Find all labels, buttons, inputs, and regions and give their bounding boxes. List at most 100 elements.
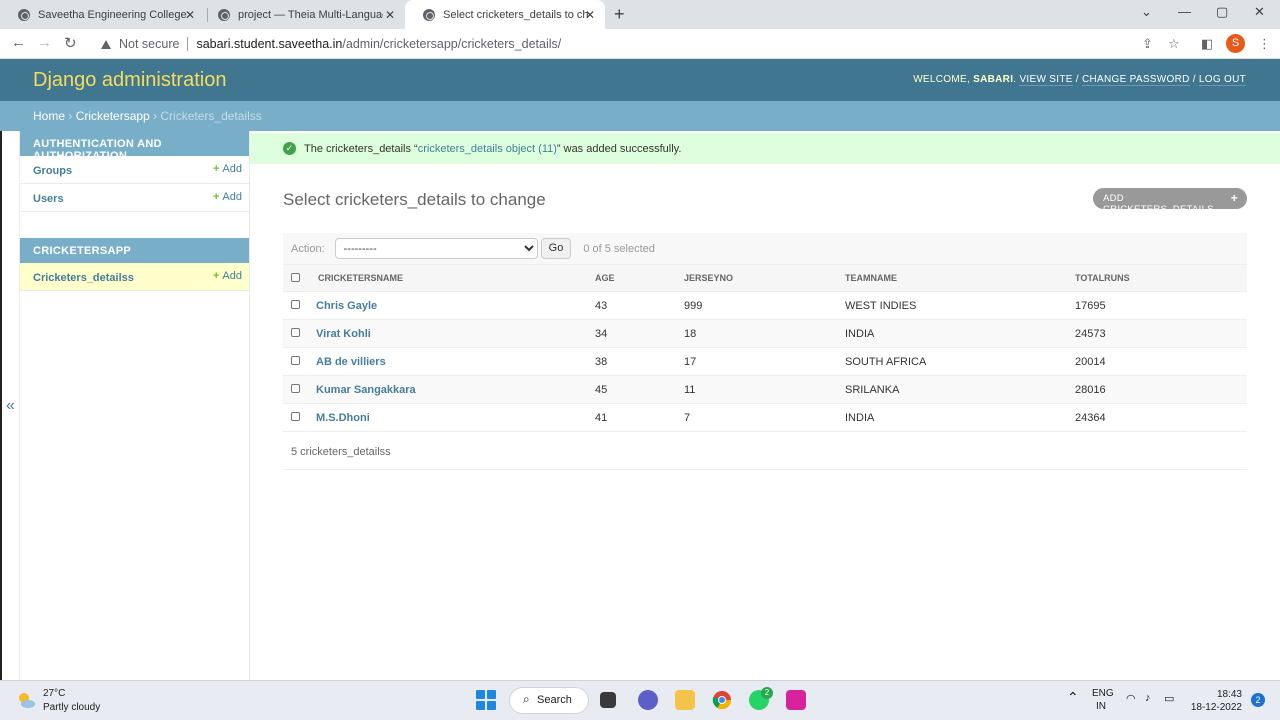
forward-icon[interactable]: →	[37, 34, 52, 51]
language-top[interactable]: ENG	[1092, 688, 1114, 699]
jersey-cell: 11	[676, 375, 837, 404]
maximize-icon[interactable]: ▢	[1216, 4, 1228, 20]
username: SABARI	[973, 74, 1014, 85]
welcome-text: WELCOME,	[913, 74, 971, 85]
runs-cell: 24364	[1067, 403, 1247, 432]
collapse-sidebar-icon[interactable]: «	[6, 397, 15, 415]
add-cricketers-details-button[interactable]: ADD CRICKETERS_DETAILS +	[1093, 188, 1247, 215]
cricketer-name-link[interactable]: Chris Gayle	[316, 300, 377, 312]
address-bar[interactable]: Not secure sabari.student.saveetha.in/ad…	[88, 33, 1128, 55]
volume-icon[interactable]: ♪	[1145, 692, 1151, 704]
cricketer-name-link[interactable]: AB de villiers	[316, 356, 386, 368]
module-caption[interactable]: Cricketersapp	[20, 238, 249, 263]
close-tab-icon[interactable]: ✕	[185, 8, 195, 22]
row-select-cell	[283, 291, 310, 320]
column-header[interactable]: TOTALRUNS	[1067, 264, 1247, 292]
share-icon[interactable]: ⇪	[1142, 36, 1153, 52]
back-icon[interactable]: ←	[11, 34, 26, 51]
plus-icon: +	[212, 191, 220, 203]
browser-tab-active[interactable]: Select cricketers_details to chang ✕	[405, 0, 605, 29]
module-caption[interactable]: Authentication and Authorization	[20, 131, 249, 162]
instagram-icon[interactable]	[786, 690, 806, 710]
battery-icon[interactable]: ▭	[1164, 692, 1174, 705]
taskbar-search[interactable]: ⌕ Search	[509, 687, 589, 714]
tab-title: Select cricketers_details to chang	[443, 8, 588, 21]
task-view-icon[interactable]	[600, 692, 616, 708]
weather-description: Partly cloudy	[43, 702, 101, 713]
column-header[interactable]: AGE	[587, 264, 676, 292]
view-site-link[interactable]: VIEW SITE	[1019, 74, 1073, 86]
actions-bar: Action: --------- Go 0 of 5 selected	[283, 233, 1247, 264]
change-password-link[interactable]: CHANGE PASSWORD	[1081, 74, 1190, 86]
row-checkbox[interactable]	[291, 299, 300, 309]
module-cricketersapp: Cricketersapp Cricketers_detailss + Add	[20, 238, 249, 291]
team-cell: INDIA	[837, 319, 1067, 348]
tab-search-icon[interactable]: ⌄	[1141, 4, 1152, 20]
select-all-checkbox[interactable]	[291, 272, 300, 282]
language-bottom[interactable]: IN	[1096, 701, 1106, 712]
breadcrumb-home[interactable]: Home	[33, 109, 65, 123]
row-checkbox[interactable]	[291, 327, 300, 337]
jersey-cell: 999	[676, 291, 837, 320]
close-tab-icon[interactable]: ✕	[585, 8, 595, 22]
cricketer-name-link[interactable]: M.S.Dhoni	[316, 412, 370, 424]
chat-icon[interactable]	[638, 690, 658, 710]
runs-cell: 24573	[1067, 319, 1247, 348]
site-branding[interactable]: Django administration	[33, 69, 226, 92]
model-link[interactable]: Cricketers_detailss	[33, 272, 134, 284]
menu-dots-icon[interactable]: ⋮	[1258, 36, 1271, 52]
add-cricketers-link[interactable]: + Add	[213, 270, 242, 282]
column-header[interactable]: JERSEYNO	[676, 264, 837, 292]
action-select[interactable]: ---------	[334, 238, 538, 259]
close-window-icon[interactable]: ✕	[1254, 4, 1265, 20]
add-button-label: ADD CRICKETERS_DETAILS	[1103, 193, 1214, 215]
search-icon: ⌕	[523, 692, 530, 706]
table-row: Chris Gayle 43 999 WEST INDIES 17695	[283, 291, 1247, 320]
row-select-cell	[283, 347, 310, 376]
whatsapp-badge: 2	[761, 687, 773, 699]
system-clock[interactable]: 18:43 18-12-2022	[1190, 688, 1242, 714]
row-select-cell	[283, 319, 310, 348]
row-checkbox[interactable]	[291, 411, 300, 421]
wifi-icon[interactable]: ◠	[1126, 692, 1136, 705]
new-tab-icon[interactable]: +	[614, 4, 625, 25]
table-row: M.S.Dhoni 41 7 INDIA 24364	[283, 403, 1247, 432]
file-explorer-icon[interactable]	[675, 690, 695, 710]
cricketer-name-link[interactable]: Virat Kohli	[316, 328, 371, 340]
model-link[interactable]: Users	[33, 193, 64, 205]
minimize-icon[interactable]: —	[1178, 4, 1191, 19]
message-object-link[interactable]: cricketers_details object (11)	[418, 143, 557, 155]
weather-temperature: 27°C	[43, 688, 66, 699]
column-header[interactable]: TEAMNAME	[837, 264, 1067, 292]
add-groups-link[interactable]: + Add	[213, 163, 242, 175]
cricketer-name-link[interactable]: Kumar Sangakkara	[316, 384, 416, 396]
partly-cloudy-icon[interactable]	[15, 689, 37, 711]
sidebar-toggle[interactable]: «	[2, 131, 20, 680]
go-button[interactable]: Go	[540, 238, 572, 259]
team-cell: WEST INDIES	[837, 291, 1067, 320]
add-users-link[interactable]: + Add	[213, 191, 242, 203]
browser-tab[interactable]: Saveetha Engineering College ✕	[0, 0, 205, 29]
side-panel-icon[interactable]: ◧	[1201, 36, 1213, 52]
reload-icon[interactable]: ↻	[64, 34, 77, 52]
nav-sidebar: Authentication and Authorization Groups …	[20, 131, 250, 680]
log-out-link[interactable]: LOG OUT	[1198, 74, 1246, 86]
clock-date: 18-12-2022	[1190, 702, 1242, 713]
row-checkbox[interactable]	[291, 355, 300, 365]
jersey-cell: 17	[676, 347, 837, 376]
notification-badge[interactable]: 2	[1251, 693, 1265, 707]
bookmark-star-icon[interactable]: ☆	[1168, 36, 1180, 52]
results-table: CRICKETERSNAME AGE JERSEYNO TEAMNAME TOT…	[283, 264, 1247, 432]
chrome-icon[interactable]	[712, 690, 732, 710]
chevron-up-icon[interactable]: ⌃	[1067, 689, 1079, 706]
profile-avatar[interactable]: S	[1226, 34, 1245, 53]
breadcrumb-app[interactable]: Cricketersapp	[76, 109, 150, 123]
browser-tab[interactable]: project — Theia Multi-Language ✕	[200, 0, 405, 29]
start-button[interactable]	[476, 690, 496, 710]
column-header[interactable]: CRICKETERSNAME	[310, 264, 587, 292]
tab-title: Saveetha Engineering College	[38, 8, 187, 21]
row-checkbox[interactable]	[291, 383, 300, 393]
close-tab-icon[interactable]: ✕	[385, 8, 395, 22]
sidebar-item-cricketers-details: Cricketers_detailss + Add	[20, 263, 249, 291]
model-link[interactable]: Groups	[33, 165, 72, 177]
